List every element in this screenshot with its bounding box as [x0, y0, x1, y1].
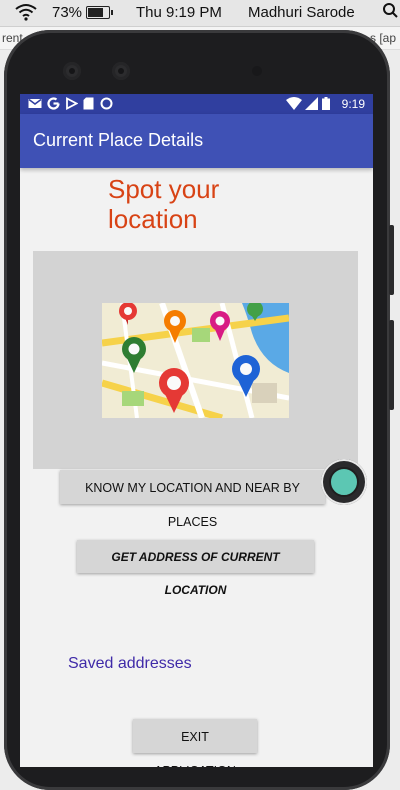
gmail-icon	[28, 97, 42, 113]
phone-screen: 9:19 Current Place Details Spot your loc…	[20, 94, 373, 767]
volume-button[interactable]	[389, 320, 394, 410]
status-time: 9:19	[341, 97, 365, 111]
mac-menu-bar: 73% Thu 9:19 PM Madhuri Sarode	[0, 0, 400, 27]
saved-addresses-link[interactable]: Saved addresses	[68, 655, 192, 673]
menubar-user[interactable]: Madhuri Sarode	[248, 4, 355, 21]
map-pins-image	[102, 303, 289, 418]
app-bar: Current Place Details	[20, 114, 373, 168]
proximity-sensor-icon	[252, 66, 262, 76]
battery-percent: 73%	[52, 4, 83, 21]
map-image-container	[33, 251, 358, 469]
power-button[interactable]	[389, 225, 394, 295]
google-icon	[47, 97, 60, 113]
signal-icon	[305, 97, 318, 113]
battery-icon[interactable]	[86, 6, 113, 19]
exit-application-button[interactable]: EXIT APPLICATION	[133, 719, 257, 767]
wifi-icon[interactable]	[14, 3, 38, 25]
emulator-floating-button[interactable]	[321, 459, 367, 505]
get-address-button[interactable]: GET ADDRESS OF CURRENT LOCATION	[77, 540, 314, 597]
menubar-clock[interactable]: Thu 9:19 PM	[136, 4, 222, 21]
play-icon	[65, 97, 79, 113]
circle-icon	[329, 467, 359, 497]
front-camera-icon	[63, 62, 81, 80]
circle-icon	[100, 97, 113, 113]
app-title: Current Place Details	[33, 130, 204, 150]
know-location-near-places-button[interactable]: KNOW MY LOCATION AND NEAR BY PLACES	[60, 470, 325, 529]
front-sensor-icon	[112, 62, 130, 80]
sd-card-icon	[83, 97, 94, 113]
battery-level	[88, 8, 103, 17]
wifi-status-icon	[286, 97, 302, 113]
android-status-bar: 9:19	[20, 94, 373, 114]
page-heading: Spot your location	[108, 174, 220, 234]
battery-status-icon	[322, 97, 330, 113]
search-icon[interactable]	[382, 2, 398, 24]
